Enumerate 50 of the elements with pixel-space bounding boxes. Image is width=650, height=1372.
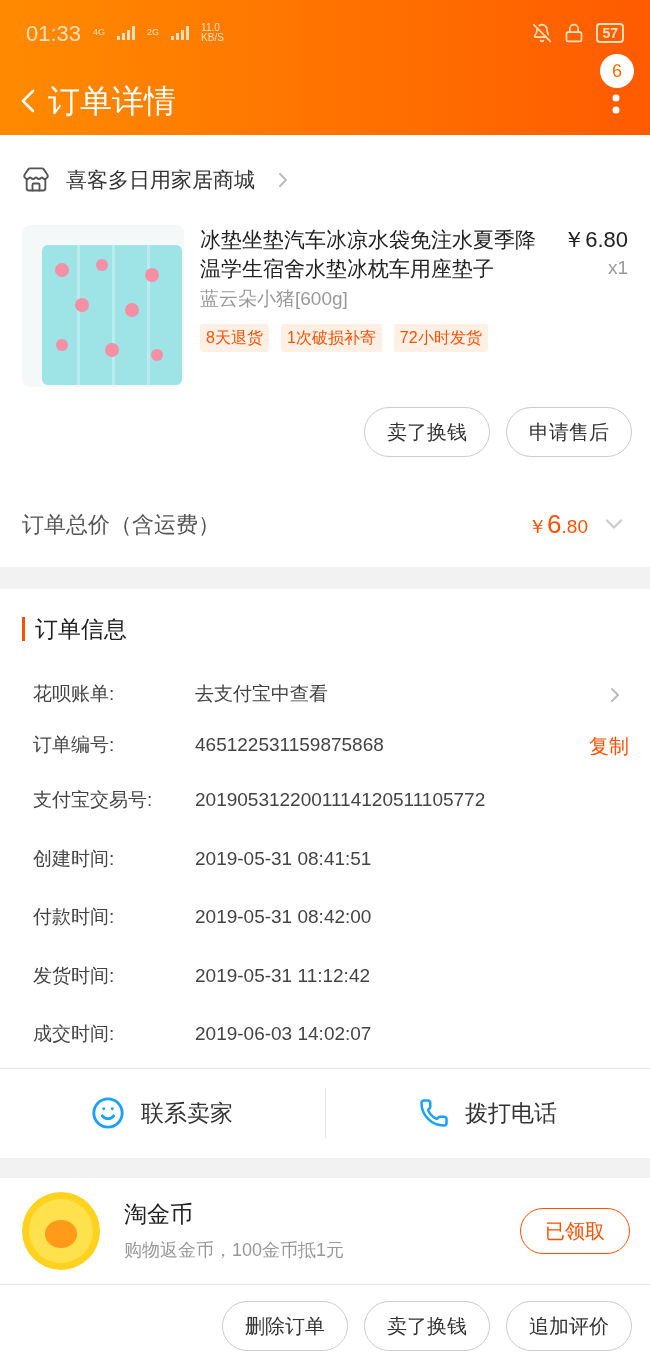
network-speed: 11.0 — [201, 23, 221, 33]
service-tag: 72小时发货 — [393, 323, 488, 352]
service-tag: 1次破损补寄 — [280, 323, 382, 352]
action-button[interactable]: 删除订单 — [222, 1300, 348, 1351]
signal-icon — [171, 26, 190, 40]
info-value[interactable]: 去支付宝中查看 — [195, 680, 603, 709]
info-label: 成交时间: — [33, 1022, 116, 1046]
battery-indicator: 57 — [596, 23, 624, 43]
info-label: 发货时间: — [33, 963, 116, 988]
notification-badge: 6 — [600, 54, 634, 88]
info-value: 2019-06-03 14:02:07 — [195, 1022, 373, 1046]
total-label: 订单总价（含运费） — [22, 510, 221, 539]
section-title: 订单信息 — [35, 614, 127, 644]
call-button[interactable]: 拨打电话 — [325, 1088, 650, 1138]
page-title: 订单详情 — [48, 81, 176, 121]
info-value: 465122531159875868 — [195, 733, 385, 758]
info-label: 支付宝交易号: — [33, 788, 154, 812]
info-value: 2019-05-31 11:12:42 — [195, 963, 372, 988]
info-value: 2019053122001114120511105772 — [195, 788, 487, 812]
info-label: 花呗账单: — [33, 682, 116, 707]
total-price: ￥6.80 — [528, 507, 588, 541]
coin-subtitle: 购物返金币，100金币抵1元 — [124, 1239, 346, 1263]
shop-icon — [22, 166, 50, 194]
info-value: 2019-05-31 08:42:00 — [195, 905, 373, 929]
info-label: 订单编号: — [33, 733, 116, 758]
mute-icon — [532, 23, 553, 43]
action-button[interactable]: 卖了换钱 — [364, 1300, 490, 1351]
signal-icon — [117, 26, 136, 40]
product-variant: 蓝云朵小猪[600g] — [200, 287, 349, 311]
shop-name[interactable]: 喜客多日用家居商城 — [66, 164, 255, 196]
network-label: 2G — [147, 26, 160, 40]
info-value: 2019-05-31 08:41:51 — [195, 846, 373, 871]
info-label: 创建时间: — [33, 846, 116, 871]
product-price: ￥6.80 — [563, 226, 628, 254]
contact-seller-button[interactable]: 联系卖家 — [0, 1088, 326, 1138]
action-button[interactable]: 追加评价 — [506, 1300, 632, 1351]
network-label: 4G — [93, 26, 106, 40]
action-button[interactable]: 申请售后 — [506, 407, 632, 457]
lock-icon — [564, 23, 585, 43]
speed-unit: KB/S — [201, 33, 224, 43]
quantity: x1 — [607, 256, 628, 280]
action-button[interactable]: 卖了换钱 — [364, 407, 490, 457]
service-tag: 8天退货 — [200, 323, 269, 352]
coin-icon — [22, 1191, 100, 1270]
chat-icon — [91, 1096, 126, 1130]
product-title[interactable]: 冰垫坐垫汽车冰凉水袋免注水夏季降温学生宿舍水垫冰枕车用座垫子 — [200, 225, 552, 283]
clock: 01:33 — [26, 19, 82, 48]
info-label: 付款时间: — [33, 905, 116, 929]
coin-title: 淘金币 — [124, 1199, 194, 1229]
phone-icon — [418, 1098, 449, 1128]
